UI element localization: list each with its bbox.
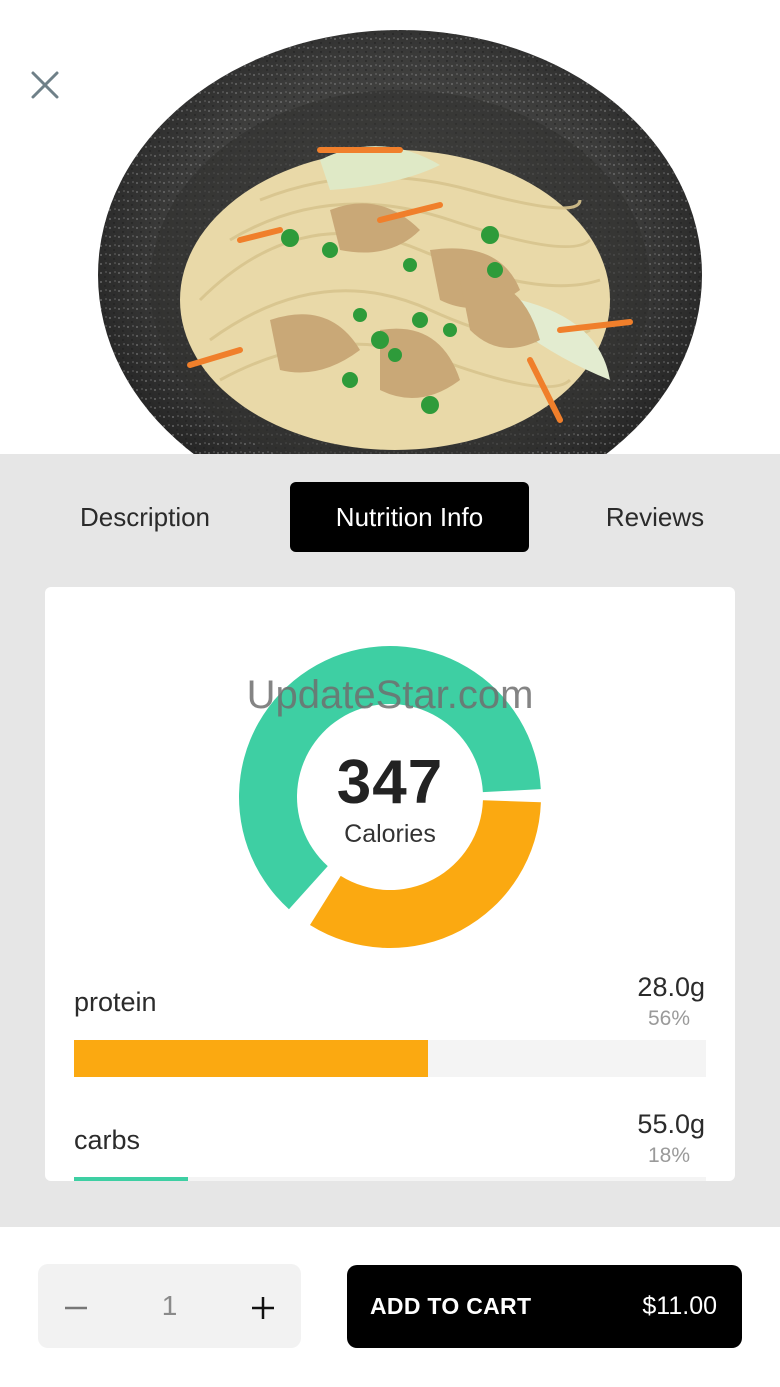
increment-button[interactable] [228, 1264, 298, 1348]
cart-price: $11.00 [642, 1292, 717, 1320]
tab-bar: Description Nutrition Info Reviews [0, 482, 780, 552]
close-button[interactable] [30, 70, 74, 114]
quantity-stepper: 1 [38, 1264, 301, 1348]
watermark-text: UpdateStar.com [246, 673, 534, 717]
macro-carbs-name: carbs [74, 1125, 141, 1155]
decrement-button[interactable] [41, 1264, 111, 1348]
noodle-bowl-image [98, 30, 702, 454]
macro-protein-bar [74, 1040, 706, 1077]
product-details: Description Nutrition Info Reviews Updat… [0, 454, 780, 1227]
tab-description[interactable]: Description [55, 482, 235, 552]
hero-image [0, 0, 780, 454]
macro-protein-bar-fill [74, 1040, 428, 1077]
tab-reviews[interactable]: Reviews [585, 482, 725, 552]
macro-carbs-percent: 18% [647, 1144, 690, 1167]
plus-icon [252, 1297, 274, 1320]
quantity-value: 1 [161, 1290, 178, 1321]
calories-value: 347 [336, 748, 444, 817]
macro-carbs-amount: 55.0g [637, 1109, 705, 1139]
macro-carbs-bar [74, 1177, 706, 1181]
macro-carbs-bar-fill [74, 1177, 188, 1181]
macro-protein-amount: 28.0g [637, 972, 705, 1002]
add-to-cart-button[interactable]: ADD TO CART $11.00 [347, 1265, 742, 1348]
macro-protein-name: protein [74, 987, 157, 1017]
macro-protein-percent: 56% [647, 1007, 690, 1030]
minus-icon [65, 1306, 87, 1310]
tab-nutrition-info[interactable]: Nutrition Info [290, 482, 529, 552]
close-icon [31, 71, 59, 99]
add-to-cart-label: ADD TO CART [370, 1293, 532, 1319]
nutrition-card: UpdateStar.com 347 Calories protein 28.0… [45, 587, 735, 1181]
order-bar: 1 ADD TO CART $11.00 [0, 1227, 780, 1387]
calories-label: Calories [344, 820, 436, 848]
